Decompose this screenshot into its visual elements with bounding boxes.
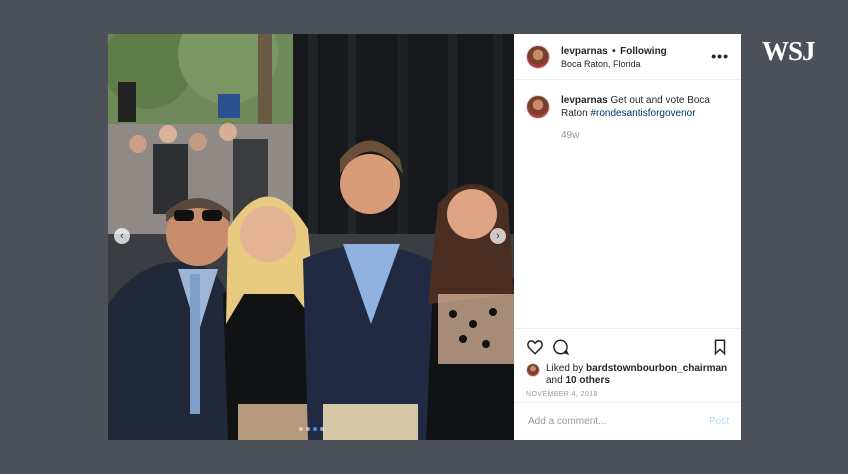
carousel-next-button[interactable]: › (490, 228, 506, 244)
post-comment-button[interactable]: Post (709, 416, 729, 427)
comment-icon[interactable] (552, 338, 570, 356)
post-date: NOVEMBER 4, 2018 (526, 391, 598, 398)
carousel-dots (108, 427, 514, 431)
likes-summary: Liked by bardstownbourbon_chairman and 1… (526, 363, 729, 387)
photo-illustration (108, 34, 514, 440)
header-username[interactable]: levparnas (561, 46, 608, 57)
post-sidebar: levparnas • Following Boca Raton, Florid… (514, 34, 741, 440)
header-separator: • (612, 45, 616, 57)
chevron-left-icon: ‹ (120, 230, 124, 242)
likes-and: and (546, 375, 563, 386)
liker-username[interactable]: bardstownbourbon_chairman (586, 363, 727, 374)
post-header: levparnas • Following Boca Raton, Florid… (514, 34, 741, 80)
caption-username[interactable]: levparnas (561, 95, 608, 106)
following-button[interactable]: Following (620, 46, 667, 57)
carousel-prev-button[interactable]: ‹ (114, 228, 130, 244)
likes-prefix: Liked by (546, 363, 584, 374)
caption-avatar[interactable] (526, 95, 550, 119)
comment-input[interactable] (526, 415, 709, 428)
others-link[interactable]: 10 others (565, 375, 609, 386)
carousel-dot (305, 427, 310, 431)
hashtag-link[interactable]: #rondesantisforgovenor (590, 108, 695, 119)
liker-avatar[interactable] (526, 363, 540, 377)
caption: levparnas Get out and vote Boca Raton #r… (514, 80, 741, 142)
heart-icon[interactable] (526, 338, 544, 356)
location-link[interactable]: Boca Raton, Florida (561, 58, 667, 70)
bookmark-icon[interactable] (711, 338, 729, 356)
avatar[interactable] (526, 44, 550, 69)
wsj-logo: WSJ (762, 36, 816, 66)
caption-age: 49w (561, 130, 580, 141)
post-actions: Liked by bardstownbourbon_chairman and 1… (514, 328, 741, 398)
more-options-icon[interactable]: ••• (711, 48, 729, 64)
carousel-dot (319, 427, 324, 431)
post-photo: ‹ › (108, 34, 514, 440)
instagram-post: ‹ › levparnas • Following Boca Raton, Fl… (108, 34, 741, 440)
carousel-dot (298, 427, 303, 431)
carousel-dot (312, 427, 317, 431)
add-comment-bar: Post (514, 402, 741, 440)
chevron-right-icon: › (496, 230, 500, 242)
